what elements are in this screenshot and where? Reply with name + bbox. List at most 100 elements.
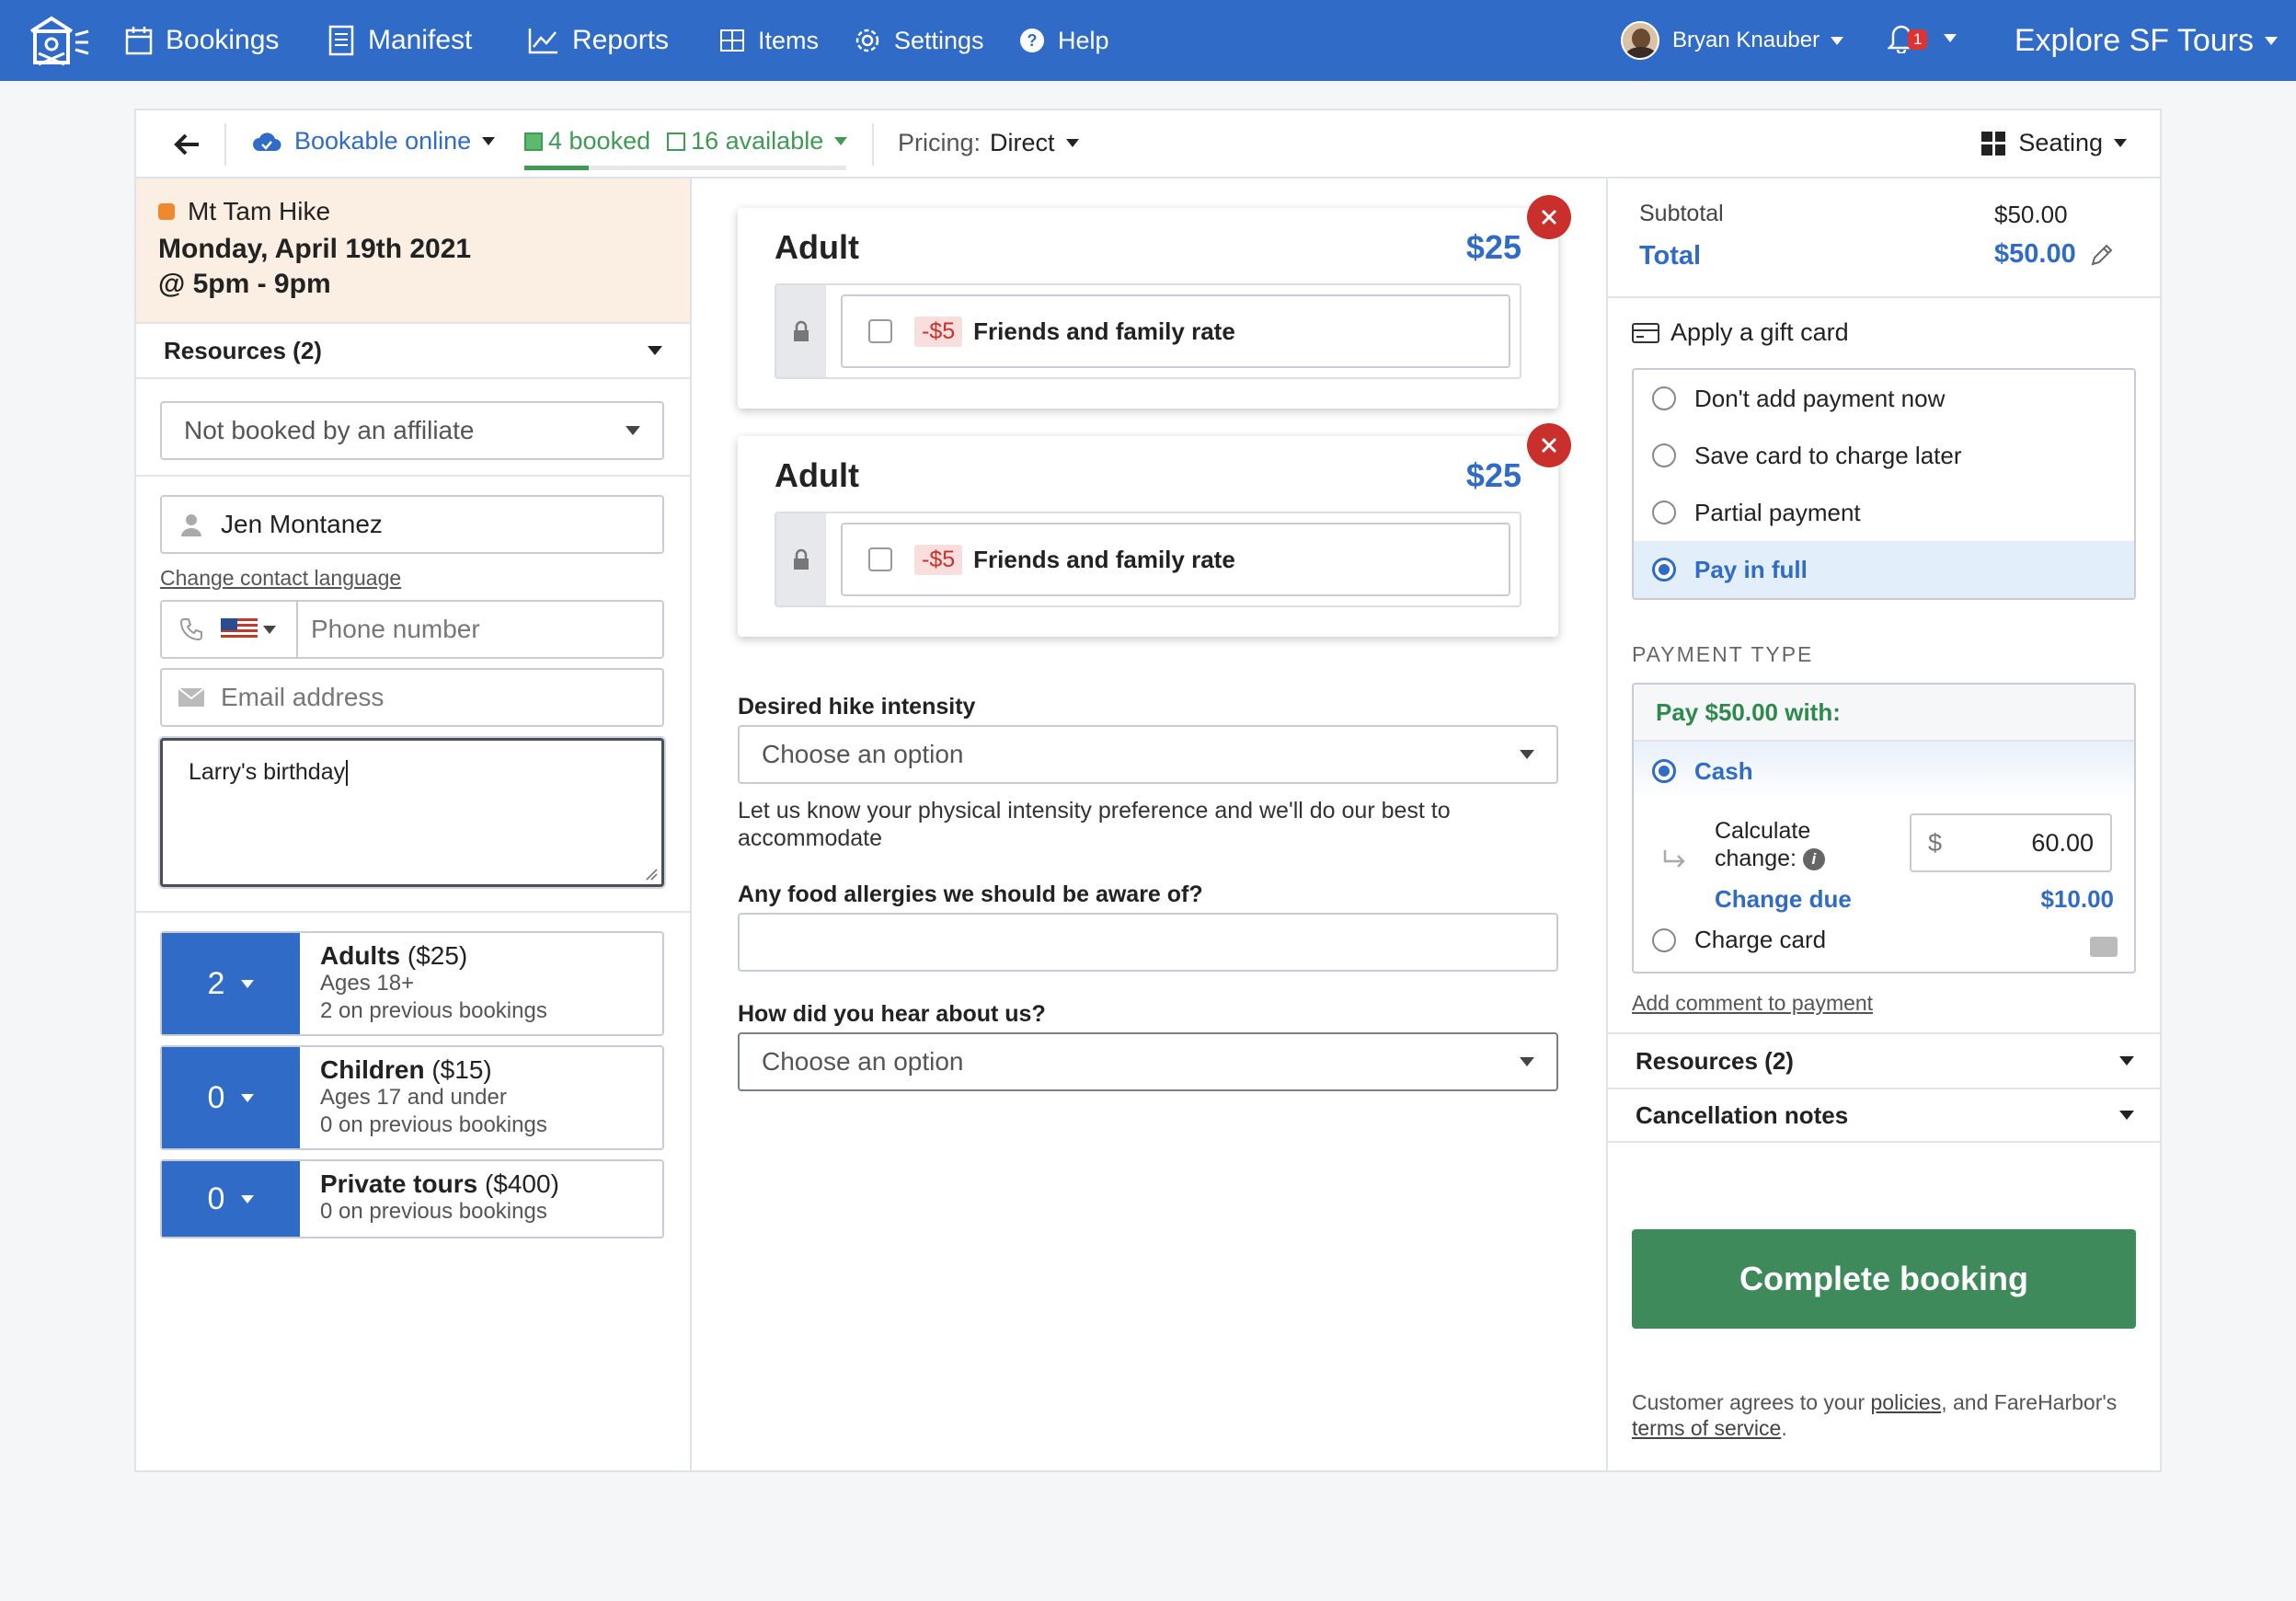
payment-option-pay-in-full[interactable]: Pay in full [1634,541,2134,598]
gift-card-icon [1632,322,1659,343]
radio-button[interactable] [1652,927,1676,952]
us-flag-icon[interactable] [221,602,298,657]
add-comment-to-payment-link[interactable]: Add comment to payment [1632,991,1873,1015]
heard-about-us-select[interactable]: Choose an option [738,1032,1558,1091]
resources-toggle-right[interactable]: Resources (2) [1608,1032,2160,1088]
help-icon: ? [1020,29,1044,52]
affiliate-select[interactable]: Not booked by an affiliate [160,401,664,460]
customer-card: Adult $25 -$5 Friends and family rate [738,195,1571,409]
cancellation-notes-label: Cancellation notes [1636,1100,1849,1129]
currency-symbol: $ [1928,828,1943,857]
bookable-online-dropdown[interactable]: Bookable online [252,127,496,155]
terms-of-service-link[interactable]: terms of service [1632,1416,1781,1440]
terms-agreement: Customer agrees to your policies, and Fa… [1632,1389,2147,1441]
contact-name-field[interactable]: Jen Montanez [160,495,664,554]
rate-checkbox[interactable] [868,547,892,571]
info-icon[interactable]: i [1802,848,1825,871]
private-tours-name: Private tours [320,1169,478,1198]
apply-gift-card-label: Apply a gift card [1670,318,1849,346]
policies-link[interactable]: policies [1871,1390,1942,1414]
available-square-icon [667,132,686,151]
friends-family-rate-option[interactable]: -$5 Friends and family rate [841,523,1510,596]
resources-label: Resources (2) [164,336,322,364]
booked-square-icon [524,132,543,151]
seating-grid-icon [1981,131,2006,155]
capacity-progress-fill [524,166,589,170]
radio-button[interactable] [1652,443,1676,467]
remove-customer-button[interactable] [1527,423,1571,467]
change-contact-language-link[interactable]: Change contact language [160,566,401,590]
nav-items[interactable]: Items [719,0,819,81]
food-allergies-field[interactable] [738,913,1558,972]
back-arrow-icon[interactable] [171,129,202,160]
pricing-dropdown[interactable]: Pricing: Direct [898,129,1079,157]
rate-checkbox[interactable] [868,319,892,343]
payment-option-partial[interactable]: Partial payment [1634,484,2134,541]
availability-dropdown[interactable]: 4 booked 16 available [524,127,848,155]
nav-manifest[interactable]: Manifest [327,0,472,81]
heard-about-us-label: How did you hear about us? [738,1001,1046,1027]
divider [136,475,690,477]
seating-dropdown[interactable]: Seating [1981,129,2127,157]
text-cursor [346,760,349,787]
nav-settings-label: Settings [894,26,984,54]
nav-settings[interactable]: Settings [854,0,984,81]
calculate-change-line2: change: [1715,846,1797,871]
children-quantity-select[interactable]: 0 [162,1047,300,1148]
resize-handle-icon[interactable] [645,868,658,881]
chevron-down-icon [1520,1057,1534,1066]
tour-date: Monday, April 19th 2021 [158,234,472,264]
payment-type-cash[interactable]: Cash [1634,742,2134,800]
nav-help[interactable]: ? Help [1019,0,1109,81]
pencil-icon[interactable] [2089,242,2115,268]
nav-bookings-label: Bookings [166,25,280,55]
subtotal-value: $50.00 [1994,201,2068,228]
payment-option-dont-add[interactable]: Don't add payment now [1634,370,2134,427]
user-menu[interactable]: Bryan Knauber [1621,20,1844,61]
payment-option-label: Save card to charge later [1694,441,1962,469]
tour-time: @ 5pm - 9pm [158,269,331,299]
chart-icon [528,29,557,54]
booking-notes-textarea[interactable]: Larry's birthday [160,738,664,887]
nav-reports[interactable]: Reports [528,0,669,81]
cash-tendered-input[interactable]: $ 60.00 [1910,813,2112,872]
chevron-down-icon [2119,1111,2134,1120]
radio-button[interactable] [1652,386,1676,410]
divider [136,911,690,913]
toolbar-divider [872,123,874,166]
private-tours-qty: 0 [207,1181,225,1216]
cancellation-notes-toggle[interactable]: Cancellation notes [1608,1088,2160,1143]
hike-intensity-help: Let us know your physical intensity pref… [738,798,1451,851]
tour-name: Mt Tam Hike [188,197,331,225]
apply-gift-card-button[interactable]: Apply a gift card [1632,318,1849,347]
hike-intensity-select[interactable]: Choose an option [738,725,1558,784]
private-tours-quantity-select[interactable]: 0 [162,1161,300,1237]
chevron-down-icon [2265,36,2278,45]
fareharbor-logo-icon[interactable] [24,13,90,70]
resources-toggle[interactable]: Resources (2) [136,324,690,379]
notification-count-badge: 1 [1908,29,1928,50]
radio-button-selected[interactable] [1652,759,1676,783]
complete-booking-button[interactable]: Complete booking [1632,1229,2136,1329]
payment-option-save-card[interactable]: Save card to charge later [1634,427,2134,484]
adults-price: ($25) [407,941,468,970]
cloud-check-icon [253,132,281,151]
company-switcher[interactable]: Explore SF Tours [2015,0,2278,81]
chevron-down-icon [263,625,276,634]
tour-summary: Mt Tam Hike Monday, April 19th 2021 @ 5p… [136,179,690,324]
notifications-menu[interactable]: 1 [1888,22,1957,53]
chevron-down-icon [482,137,496,145]
discount-badge: -$5 [914,544,963,575]
remove-customer-button[interactable] [1527,195,1571,239]
agree-mid: , and FareHarbor's [1941,1390,2118,1414]
email-field[interactable]: Email address [160,668,664,727]
adults-quantity-select[interactable]: 2 [162,933,300,1034]
payment-type-charge-card[interactable]: Charge card [1652,926,1826,954]
nav-bookings[interactable]: Bookings [125,0,279,81]
friends-family-rate-option[interactable]: -$5 Friends and family rate [841,294,1510,368]
radio-button-selected[interactable] [1652,558,1676,582]
chevron-down-icon [2119,1056,2134,1065]
radio-button[interactable] [1652,501,1676,524]
phone-field[interactable]: Phone number [160,600,664,659]
chevron-down-icon [1065,139,1079,147]
